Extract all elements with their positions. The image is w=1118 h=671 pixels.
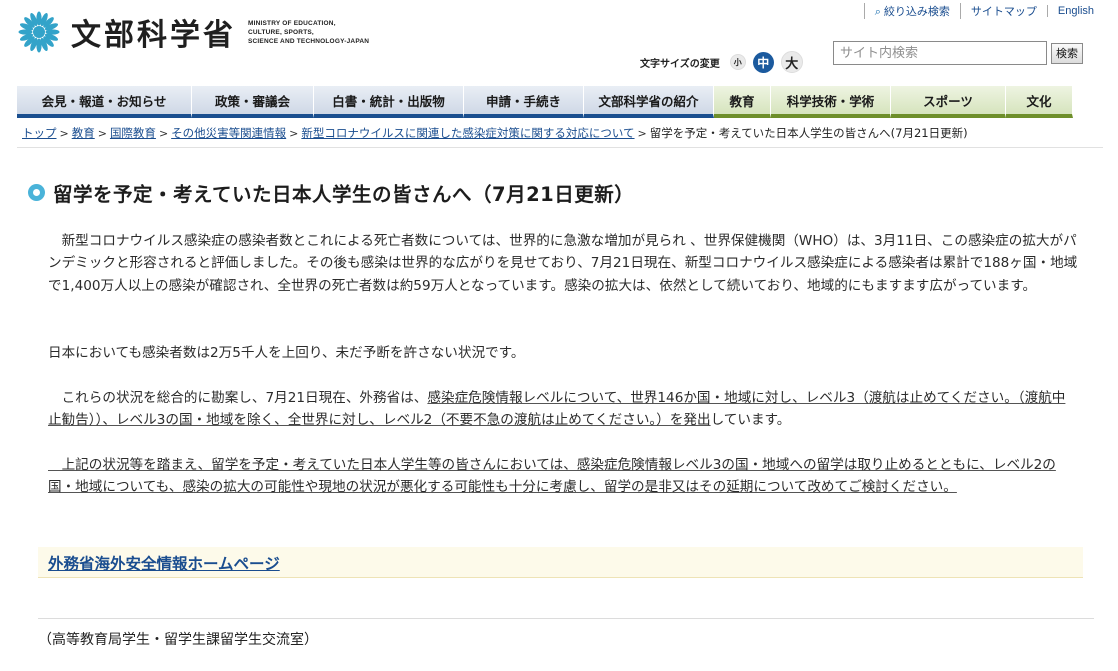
breadcrumb-current: 留学を予定・考えていた日本人学生の皆さんへ(7月21日更新) [649, 126, 968, 140]
breadcrumb: トップ > 教育 > 国際教育 > その他災害等関連情報 > 新型コロナウイルスに関連した感染症… [22, 125, 968, 141]
font-size-medium-button[interactable]: 中 [752, 51, 774, 73]
breadcrumb-separator: > [289, 126, 299, 140]
logo-english-name: MINISTRY OF EDUCATION, CULTURE, SPORTS, … [248, 19, 370, 45]
gnav-item-7[interactable]: 科学技術・学術 [771, 86, 891, 118]
site-header: 文部科学省 MINISTRY OF EDUCATION, CULTURE, SP… [0, 0, 1118, 86]
gnav-item-4[interactable]: 申請・手続き [464, 86, 584, 118]
breadcrumb-link[interactable]: 教育 [72, 125, 95, 141]
body-paragraph-request: 上記の状況等を踏まえ、留学を予定・考えていた日本人学生等の皆さんにおいては、感染… [48, 457, 1056, 496]
body-paragraph-mofa: これらの状況を総合的に勘案し、7月21日現在、外務省は、感染症危険情報レベルにつ… [48, 387, 1078, 432]
font-size-switcher: 文字サイズの変更 小 中 大 [640, 51, 810, 73]
english-link[interactable]: English [1046, 5, 1104, 17]
mofa-safety-link[interactable]: 外務省海外安全情報ホームページ [48, 552, 280, 574]
para3-tail: しています。 [710, 412, 791, 429]
logo-text: 文部科学省 [71, 18, 236, 53]
site-search: 検索 [833, 41, 1083, 65]
gnav-item-9[interactable]: 文化 [1006, 86, 1073, 118]
page-title-block: 留学を予定・考えていた日本人学生の皆さんへ（7月21日更新） [28, 178, 634, 207]
breadcrumb-separator: > [158, 126, 169, 140]
font-size-small-button[interactable]: 小 [729, 54, 746, 70]
global-nav: 会見・報道・お知らせ 政策・審議会 白書・統計・出版物 申請・手続き 文部科学省の紹介教… [17, 86, 1103, 118]
breadcrumb-separator: > [637, 126, 647, 140]
page-title: 留学を予定・考えていた日本人学生の皆さんへ（7月21日更新） [53, 183, 635, 206]
para3-lead: これらの状況を総合的に勘案し、7月21日現在、外務省は、 [48, 390, 428, 406]
font-size-label: 文字サイズの変更 [640, 58, 720, 70]
body-paragraph-japan: 日本においても感染者数は2万5千人を上回り、未だ予断を許さない状況です。 [48, 345, 525, 361]
breadcrumb-separator: > [97, 126, 107, 140]
footer-divider [38, 618, 1094, 619]
font-size-large-button[interactable]: 大 [780, 51, 803, 73]
related-link-box: 外務省海外安全情報ホームページ [38, 547, 1083, 578]
contact-department: （高等教育局学生・留学生課留学生交流室） [38, 632, 318, 648]
gnav-item-5[interactable]: 文部科学省の紹介 [584, 86, 714, 118]
site-logo[interactable]: 文部科学省 MINISTRY OF EDUCATION, CULTURE, SP… [17, 10, 369, 54]
magnifier-icon: ⌕ [874, 6, 881, 18]
breadcrumb-link[interactable]: 新型コロナウイルスに関連した感染症対策に関する対応について [301, 125, 634, 141]
gnav-item-3[interactable]: 白書・統計・出版物 [314, 86, 464, 118]
breadcrumb-divider [17, 147, 1103, 148]
filter-search-link[interactable]: ⌕ 絞り込み検索 [863, 3, 960, 19]
search-input[interactable] [833, 41, 1047, 65]
utility-links: ⌕ 絞り込み検索 サイトマップ English [863, 3, 1104, 19]
mext-emblem-icon [18, 11, 60, 53]
breadcrumb-link[interactable]: その他災害等関連情報 [171, 125, 286, 141]
breadcrumb-link[interactable]: 国際教育 [110, 125, 156, 141]
gnav-item-2[interactable]: 政策・審議会 [192, 86, 314, 118]
gnav-item-6[interactable]: 教育 [714, 86, 771, 118]
title-bullet-icon [28, 184, 45, 201]
breadcrumb-separator: > [59, 126, 69, 140]
sitemap-link[interactable]: サイトマップ [959, 3, 1047, 19]
gnav-item-8[interactable]: スポーツ [891, 86, 1006, 118]
search-button[interactable]: 検索 [1051, 42, 1083, 64]
gnav-item-1[interactable]: 会見・報道・お知らせ [17, 86, 192, 118]
breadcrumb-link[interactable]: トップ [22, 125, 57, 141]
body-paragraph-situation: 新型コロナウイルス感染症の感染者数とこれによる死亡者数については、世界的に急激な… [48, 233, 1078, 294]
